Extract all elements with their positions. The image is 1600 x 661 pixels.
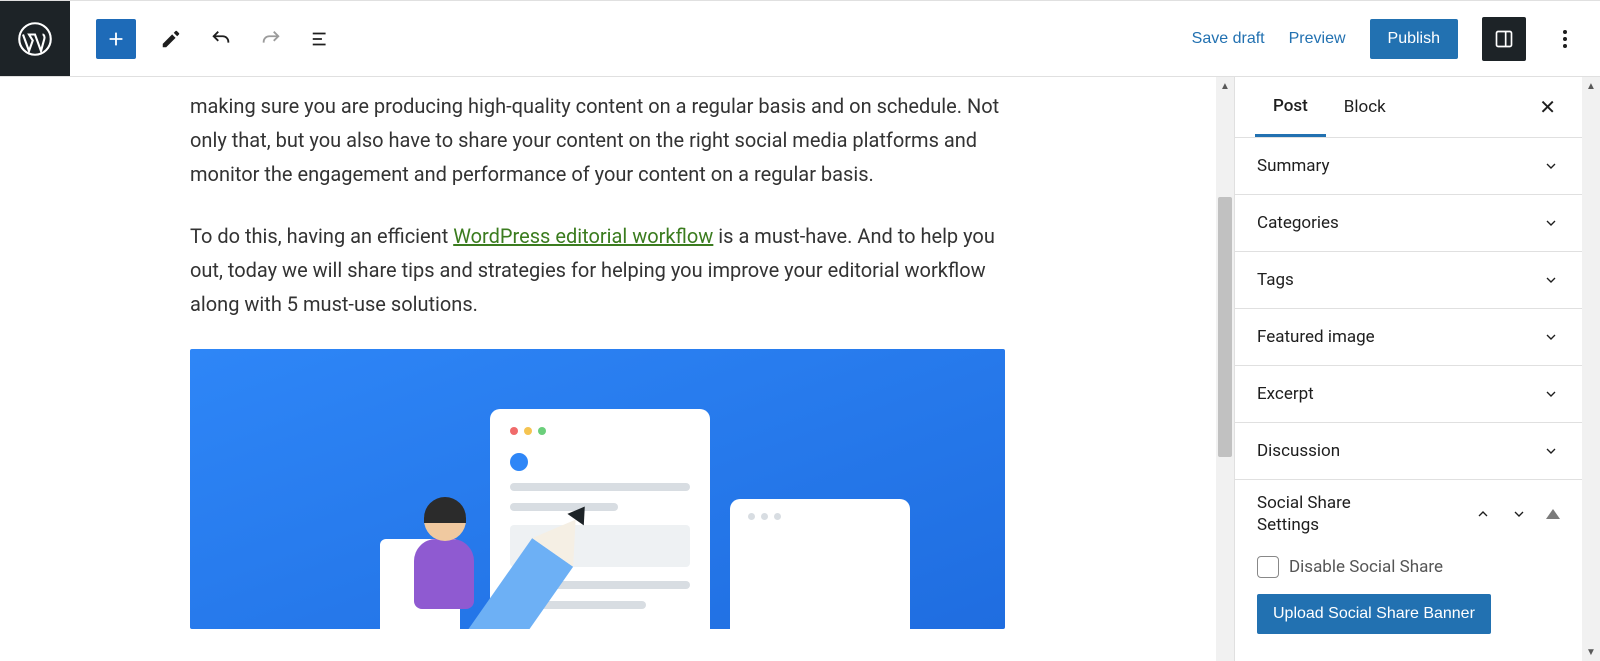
workspace: making sure you are producing high-quali…: [0, 77, 1600, 661]
settings-sidebar-toggle[interactable]: [1482, 17, 1526, 61]
panel-discussion[interactable]: Discussion: [1235, 422, 1582, 479]
panel-tags[interactable]: Tags: [1235, 251, 1582, 308]
close-sidebar-icon[interactable]: ✕: [1533, 95, 1562, 119]
editor-scrollbar[interactable]: ▲: [1216, 77, 1234, 661]
image-block[interactable]: [190, 349, 1005, 629]
scroll-up-icon[interactable]: ▲: [1582, 77, 1600, 95]
scroll-up-icon[interactable]: ▲: [1216, 77, 1234, 95]
disable-social-share-checkbox[interactable]: Disable Social Share: [1257, 556, 1560, 578]
chevron-down-icon: [1542, 214, 1560, 232]
tab-post[interactable]: Post: [1255, 78, 1326, 137]
undo-icon[interactable]: [206, 24, 236, 54]
panel-title: Excerpt: [1257, 384, 1314, 404]
chevron-down-icon: [1542, 157, 1560, 175]
add-block-button[interactable]: [96, 19, 136, 59]
checkbox-label: Disable Social Share: [1289, 557, 1443, 577]
paragraph-block[interactable]: making sure you are producing high-quali…: [190, 89, 1010, 191]
panel-summary[interactable]: Summary: [1235, 137, 1582, 194]
panel-title: Social Share Settings: [1257, 492, 1377, 536]
settings-sidebar: Post Block ✕ Summary Categories Tags Fea…: [1234, 77, 1600, 661]
panel-title: Discussion: [1257, 441, 1340, 461]
upload-social-banner-button[interactable]: Upload Social Share Banner: [1257, 594, 1491, 634]
chevron-down-icon: [1542, 442, 1560, 460]
panel-categories[interactable]: Categories: [1235, 194, 1582, 251]
chevron-down-icon[interactable]: [1510, 505, 1528, 523]
panel-featured-image[interactable]: Featured image: [1235, 308, 1582, 365]
more-options-icon[interactable]: [1550, 30, 1580, 48]
publish-button[interactable]: Publish: [1370, 19, 1458, 59]
redo-icon[interactable]: [256, 24, 286, 54]
panel-title: Summary: [1257, 156, 1329, 176]
paragraph-block[interactable]: To do this, having an efficient WordPres…: [190, 219, 1010, 321]
panel-excerpt[interactable]: Excerpt: [1235, 365, 1582, 422]
chevron-up-icon[interactable]: [1474, 505, 1492, 523]
chevron-down-icon: [1542, 385, 1560, 403]
chevron-down-icon: [1542, 271, 1560, 289]
preview-button[interactable]: Preview: [1289, 30, 1346, 48]
toolbar-right: Save draft Preview Publish: [1192, 17, 1600, 61]
panel-title: Categories: [1257, 213, 1339, 233]
scroll-down-icon[interactable]: ▼: [1582, 643, 1600, 661]
editor-topbar: Save draft Preview Publish: [0, 0, 1600, 77]
document-outline-icon[interactable]: [306, 24, 336, 54]
sidebar-tabs: Post Block ✕: [1235, 77, 1582, 137]
panel-social-share: Social Share Settings Disable Social Sha…: [1235, 479, 1582, 634]
wordpress-logo[interactable]: [0, 1, 70, 76]
sidebar-scrollbar[interactable]: ▲ ▼: [1582, 77, 1600, 661]
panel-title: Tags: [1257, 270, 1294, 290]
editor-area: making sure you are producing high-quali…: [0, 77, 1234, 661]
tab-block[interactable]: Block: [1326, 79, 1404, 135]
panel-title: Featured image: [1257, 327, 1375, 347]
toolbar-left: [70, 19, 336, 59]
chevron-down-icon: [1542, 328, 1560, 346]
inline-link[interactable]: WordPress editorial workflow: [453, 224, 713, 248]
edit-icon[interactable]: [156, 24, 186, 54]
collapse-triangle-icon[interactable]: [1546, 509, 1560, 519]
save-draft-button[interactable]: Save draft: [1192, 30, 1265, 48]
post-content[interactable]: making sure you are producing high-quali…: [190, 77, 1010, 629]
text-fragment: To do this, having an efficient: [190, 224, 453, 248]
scrollbar-thumb[interactable]: [1218, 197, 1232, 457]
